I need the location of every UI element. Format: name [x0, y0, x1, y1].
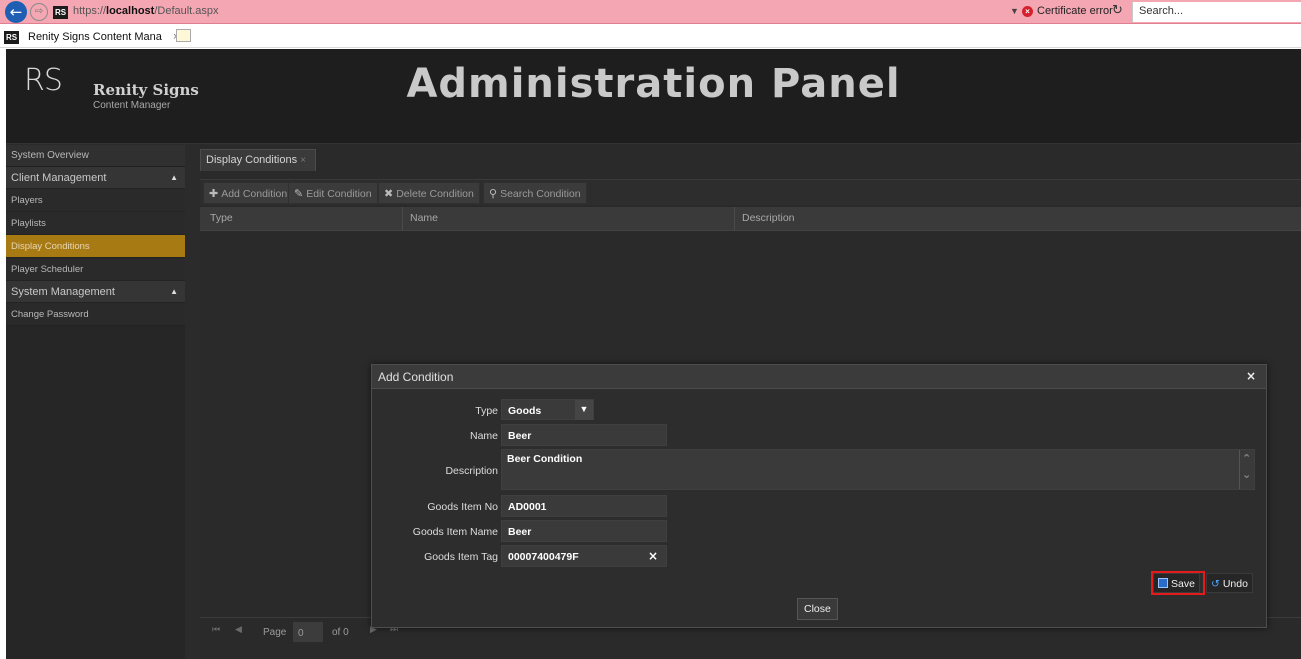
- add-condition-button[interactable]: ✚ Add Condition: [203, 182, 294, 204]
- sidebar-section-system-management[interactable]: System Management ▲: [6, 281, 185, 303]
- sidebar: System Overview Client Management ▲ Play…: [6, 145, 185, 659]
- tab-favicon-icon: RS: [4, 31, 19, 44]
- type-select[interactable]: Goods ▼: [501, 399, 594, 420]
- chevron-down-icon[interactable]: ▼: [575, 400, 593, 420]
- sidebar-section-label: System Management: [11, 286, 115, 298]
- url-host: localhost: [106, 5, 155, 17]
- floppy-disk-icon: [1158, 578, 1168, 588]
- goods-item-tag-label: Goods Item Tag: [424, 551, 498, 563]
- app-header: RS Renity Signs Content Manager Administ…: [6, 49, 1301, 144]
- goods-item-name-label: Goods Item Name: [412, 526, 498, 538]
- goods-item-no-label: Goods Item No: [427, 501, 498, 513]
- grid-header: Type Name Description: [200, 207, 1301, 231]
- prev-page-icon[interactable]: ◀: [235, 624, 242, 635]
- site-favicon-icon: RS: [53, 6, 68, 19]
- search-icon: ⚲: [489, 187, 498, 200]
- description-label: Description: [445, 465, 498, 477]
- edit-condition-button[interactable]: ✎ Edit Condition: [288, 182, 378, 204]
- cert-error-label[interactable]: Certificate error: [1037, 5, 1113, 17]
- new-tab-icon[interactable]: [176, 29, 191, 42]
- sidebar-item-players[interactable]: Players: [6, 189, 185, 212]
- column-description[interactable]: Description: [742, 212, 795, 224]
- sidebar-item-player-scheduler[interactable]: Player Scheduler: [6, 258, 185, 281]
- goods-item-tag-field[interactable]: 00007400479F ×: [501, 545, 667, 567]
- name-label: Name: [469, 430, 498, 442]
- undo-icon: ↺: [1211, 578, 1220, 590]
- cert-error-icon[interactable]: ×: [1022, 6, 1033, 17]
- goods-item-name-field[interactable]: Beer: [501, 520, 667, 542]
- sidebar-item-playlists[interactable]: Playlists: [6, 212, 185, 235]
- page-label: Page: [263, 627, 287, 638]
- dialog-header: Add Condition ×: [372, 365, 1266, 389]
- close-button[interactable]: Close: [797, 598, 838, 620]
- url-scheme: https://: [73, 5, 107, 17]
- sidebar-section-label: Client Management: [11, 172, 107, 184]
- sidebar-item-change-password[interactable]: Change Password: [6, 303, 185, 326]
- pencil-icon: ✎: [294, 187, 304, 200]
- collapse-arrow-icon[interactable]: ▲: [170, 281, 178, 303]
- tab-label: Display Conditions: [206, 154, 298, 166]
- close-icon[interactable]: ×: [1246, 369, 1256, 383]
- page-number-input[interactable]: 0: [293, 622, 323, 642]
- scroll-up-icon[interactable]: ⌃: [1242, 452, 1251, 465]
- sidebar-item-system-overview[interactable]: System Overview: [6, 145, 185, 167]
- browser-tab-bar: RS Renity Signs Content Mana ×: [0, 24, 1301, 48]
- delete-condition-label: Delete Condition: [396, 188, 474, 200]
- refresh-icon[interactable]: ↻: [1112, 3, 1123, 18]
- url-field[interactable]: https://localhost/Default.aspx: [73, 5, 219, 17]
- add-condition-dialog: Add Condition × Type Goods ▼ Name Beer D…: [371, 364, 1267, 628]
- delete-icon: ✖: [384, 187, 394, 200]
- browser-search-input[interactable]: Search...: [1132, 2, 1301, 22]
- collapse-arrow-icon[interactable]: ▲: [170, 167, 178, 189]
- scrollbar[interactable]: ⌃ ⌄: [1239, 450, 1254, 489]
- save-label: Save: [1171, 578, 1195, 590]
- description-value: Beer Condition: [507, 453, 583, 465]
- type-selected-value: Goods: [508, 405, 542, 417]
- name-field[interactable]: Beer: [501, 424, 667, 446]
- sidebar-section-client-management[interactable]: Client Management ▲: [6, 167, 185, 189]
- type-label: Type: [475, 405, 498, 417]
- tab-close-icon[interactable]: ×: [300, 155, 306, 166]
- browser-tab-title: Renity Signs Content Mana: [28, 31, 162, 43]
- search-condition-label: Search Condition: [500, 188, 581, 200]
- forward-arrow-icon[interactable]: ⇨: [30, 3, 48, 21]
- first-page-icon[interactable]: ⏮: [212, 624, 220, 635]
- description-field[interactable]: Beer Condition ⌃ ⌄: [501, 449, 1255, 490]
- scroll-down-icon[interactable]: ⌄: [1242, 468, 1251, 481]
- url-path: /Default.aspx: [154, 5, 219, 17]
- clear-icon[interactable]: ×: [648, 549, 658, 563]
- tab-display-conditions[interactable]: Display Conditions ×: [200, 149, 316, 171]
- page-count-label: of 0: [332, 627, 349, 638]
- back-arrow-icon[interactable]: ←: [5, 1, 27, 23]
- search-condition-button[interactable]: ⚲ Search Condition: [483, 182, 587, 204]
- column-divider: [402, 207, 403, 231]
- column-type[interactable]: Type: [210, 212, 233, 224]
- page-title: Administration Panel: [406, 61, 901, 107]
- grid-toolbar: ✚ Add Condition ✎ Edit Condition ✖ Delete C…: [200, 179, 1301, 205]
- column-name[interactable]: Name: [410, 212, 438, 224]
- delete-condition-button[interactable]: ✖ Delete Condition: [378, 182, 480, 204]
- goods-item-tag-value: 00007400479F: [508, 551, 579, 563]
- edit-condition-label: Edit Condition: [306, 188, 372, 200]
- undo-button[interactable]: ↺ Undo: [1206, 573, 1253, 593]
- address-bar: ← ⇨ RS https://localhost/Default.aspx ▼ …: [0, 0, 1301, 24]
- add-condition-label: Add Condition: [221, 188, 288, 200]
- url-dropdown-icon[interactable]: ▼: [1010, 6, 1019, 16]
- sidebar-item-display-conditions[interactable]: Display Conditions: [6, 235, 185, 258]
- dialog-title: Add Condition: [378, 370, 454, 384]
- add-icon: ✚: [209, 187, 219, 200]
- save-button[interactable]: Save: [1153, 573, 1200, 593]
- goods-item-no-field[interactable]: AD0001: [501, 495, 667, 517]
- undo-label: Undo: [1222, 578, 1248, 590]
- column-divider: [734, 207, 735, 231]
